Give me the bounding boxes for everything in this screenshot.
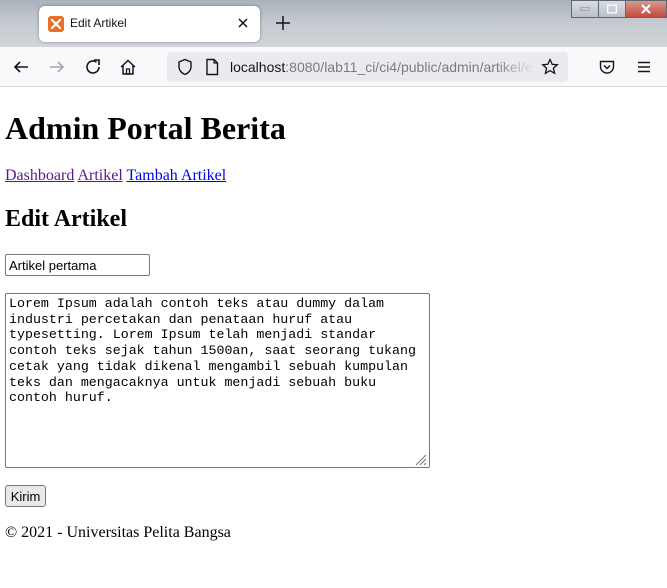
page-info-icon[interactable] — [204, 58, 222, 76]
minimize-window-button[interactable] — [571, 0, 599, 18]
url-text: localhost:8080/lab11_ci/ci4/public/admin… — [230, 59, 533, 75]
window-controls — [571, 0, 667, 20]
maximize-window-button[interactable] — [598, 0, 626, 18]
close-window-button[interactable] — [625, 0, 667, 18]
site-heading: Admin Portal Berita — [5, 110, 286, 146]
home-icon[interactable] — [119, 58, 137, 76]
tab-title: Edit Artikel — [70, 16, 127, 30]
resize-grip-icon[interactable] — [413, 452, 427, 466]
title-input[interactable] — [5, 254, 150, 276]
nav-link-artikel[interactable]: Artikel — [77, 167, 122, 184]
browser-navbar: localhost:8080/lab11_ci/ci4/public/admin… — [0, 47, 667, 87]
footer-text: © 2021 - Universitas Pelita Bangsa — [5, 524, 231, 541]
reload-icon[interactable] — [84, 58, 102, 76]
browser-tab[interactable]: Edit Artikel — [39, 6, 260, 42]
browser-titlebar: Edit Artikel — [0, 0, 667, 47]
bookmark-star-icon[interactable] — [541, 57, 559, 76]
admin-nav: Dashboard Artikel Tambah Artikel — [5, 167, 226, 185]
nav-link-dashboard[interactable]: Dashboard — [5, 167, 74, 184]
address-bar[interactable]: localhost:8080/lab11_ci/ci4/public/admin… — [167, 52, 568, 82]
close-tab-icon[interactable] — [236, 16, 250, 30]
back-arrow-icon[interactable] — [12, 58, 30, 76]
url-fade — [496, 52, 536, 82]
nav-link-tambah-artikel[interactable]: Tambah Artikel — [126, 167, 226, 184]
shield-icon[interactable] — [176, 58, 194, 76]
url-host: localhost — [230, 59, 286, 75]
submit-button[interactable]: Kirim — [5, 485, 46, 507]
forward-arrow-icon[interactable] — [48, 58, 66, 76]
form-heading: Edit Artikel — [5, 206, 128, 232]
xampp-favicon-icon — [48, 16, 64, 32]
pocket-icon[interactable] — [598, 58, 616, 76]
content-textarea[interactable]: Lorem Ipsum adalah contoh teks atau dumm… — [5, 293, 430, 468]
hamburger-menu-icon[interactable] — [635, 58, 653, 76]
new-tab-plus-icon[interactable] — [274, 14, 292, 32]
